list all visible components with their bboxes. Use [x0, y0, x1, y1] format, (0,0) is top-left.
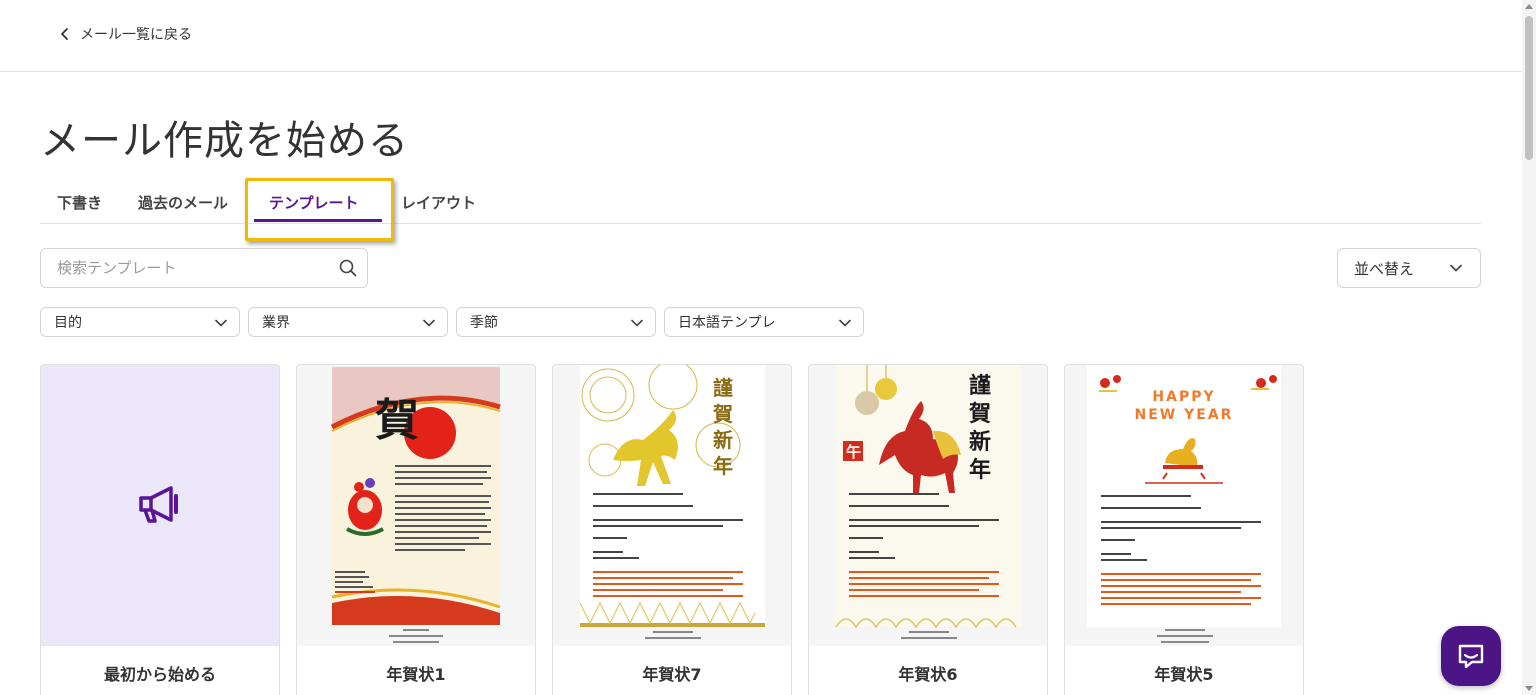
- filter-japanese-templates[interactable]: 日本語テンプレ: [664, 307, 864, 337]
- back-to-mail-list-link[interactable]: メール一覧に戻る: [48, 18, 202, 50]
- template-card-label: 年賀状6: [898, 665, 958, 684]
- svg-text:新: 新: [969, 429, 991, 455]
- template-card-blank[interactable]: 最初から始める: [40, 364, 280, 695]
- filter-label: 業界: [262, 315, 290, 331]
- sort-dropdown[interactable]: 並べ替え: [1337, 248, 1481, 288]
- page-title: メール作成を始める: [40, 118, 409, 164]
- template-card-label: 年賀状1: [386, 665, 446, 684]
- chevron-down-icon: [631, 319, 643, 327]
- svg-text:賀: 賀: [968, 401, 991, 427]
- filter-label: 季節: [470, 315, 498, 331]
- scroll-thumb[interactable]: [1525, 16, 1533, 160]
- tab-past-emails[interactable]: 過去のメール: [138, 182, 228, 224]
- nengajo-7-preview-image: 謹 賀 新 年: [579, 365, 765, 639]
- svg-text:年: 年: [969, 457, 991, 483]
- chevron-down-icon: [839, 319, 851, 327]
- chevron-down-icon: [1450, 264, 1462, 272]
- page-scrollbar[interactable]: [1522, 0, 1536, 695]
- filter-purpose[interactable]: 目的: [40, 307, 240, 337]
- nengajo-1-preview-image: 賀: [330, 367, 501, 643]
- nengajo-7-headline-3: 新: [713, 428, 733, 452]
- chevron-down-icon: [215, 319, 227, 327]
- nengajo-1-headline: 賀: [375, 395, 419, 446]
- scroll-down-arrow-icon[interactable]: [1525, 686, 1533, 691]
- svg-text:HAPPY: HAPPY: [1152, 389, 1215, 405]
- top-bar: メール一覧に戻る: [0, 0, 1522, 72]
- template-card-nengajo-1[interactable]: 賀 年賀状1: [296, 364, 536, 695]
- tab-templates[interactable]: テンプレート: [269, 182, 359, 224]
- filter-label: 目的: [54, 315, 82, 331]
- chevron-left-icon: [61, 28, 68, 40]
- template-search-input[interactable]: [41, 249, 331, 287]
- nengajo-7-headline-4: 年: [713, 454, 733, 478]
- sort-label: 並べ替え: [1354, 259, 1415, 278]
- nengajo-5-preview-image: HAPPY NEW YEAR: [1087, 365, 1281, 643]
- template-search: [40, 248, 368, 288]
- active-tab-indicator: [254, 219, 382, 222]
- search-icon[interactable]: [339, 259, 357, 277]
- back-link-label: メール一覧に戻る: [80, 27, 192, 43]
- template-thumbnail: 午 謹 賀 新 年: [809, 365, 1047, 646]
- tab-layouts[interactable]: レイアウト: [401, 182, 476, 224]
- template-card-nengajo-5[interactable]: HAPPY NEW YEAR 年賀状5: [1064, 364, 1304, 695]
- chat-support-button[interactable]: [1441, 626, 1501, 686]
- tab-bar: 下書き 過去のメール テンプレート レイアウト: [40, 182, 1481, 224]
- chevron-down-icon: [423, 319, 435, 327]
- template-card-label: 年賀状7: [642, 665, 702, 684]
- nengajo-7-headline-1: 謹: [713, 376, 733, 400]
- template-card-nengajo-7[interactable]: 謹 賀 新 年 年賀状7: [552, 364, 792, 695]
- svg-text:NEW YEAR: NEW YEAR: [1135, 407, 1234, 423]
- template-thumbnail: HAPPY NEW YEAR: [1065, 365, 1303, 646]
- chat-bubble-icon: [1458, 644, 1484, 669]
- template-thumbnail: 賀: [297, 365, 535, 646]
- template-card-nengajo-6[interactable]: 午 謹 賀 新 年 年賀状6: [808, 364, 1048, 695]
- filter-season[interactable]: 季節: [456, 307, 656, 337]
- template-card-label: 最初から始める: [103, 665, 216, 684]
- svg-text:謹: 謹: [969, 373, 991, 399]
- filter-label: 日本語テンプレ: [678, 315, 776, 331]
- nengajo-6-preview-image: 午 謹 賀 新 年: [835, 365, 1021, 639]
- svg-text:午: 午: [846, 443, 861, 461]
- template-thumbnail: 謹 賀 新 年: [553, 365, 791, 646]
- nengajo-7-headline-2: 賀: [712, 402, 733, 426]
- scroll-up-arrow-icon[interactable]: [1525, 4, 1533, 9]
- tab-drafts[interactable]: 下書き: [57, 182, 102, 224]
- filter-industry[interactable]: 業界: [248, 307, 448, 337]
- megaphone-icon: [139, 486, 178, 523]
- template-card-label: 年賀状5: [1154, 665, 1214, 684]
- template-thumbnail: [41, 365, 279, 646]
